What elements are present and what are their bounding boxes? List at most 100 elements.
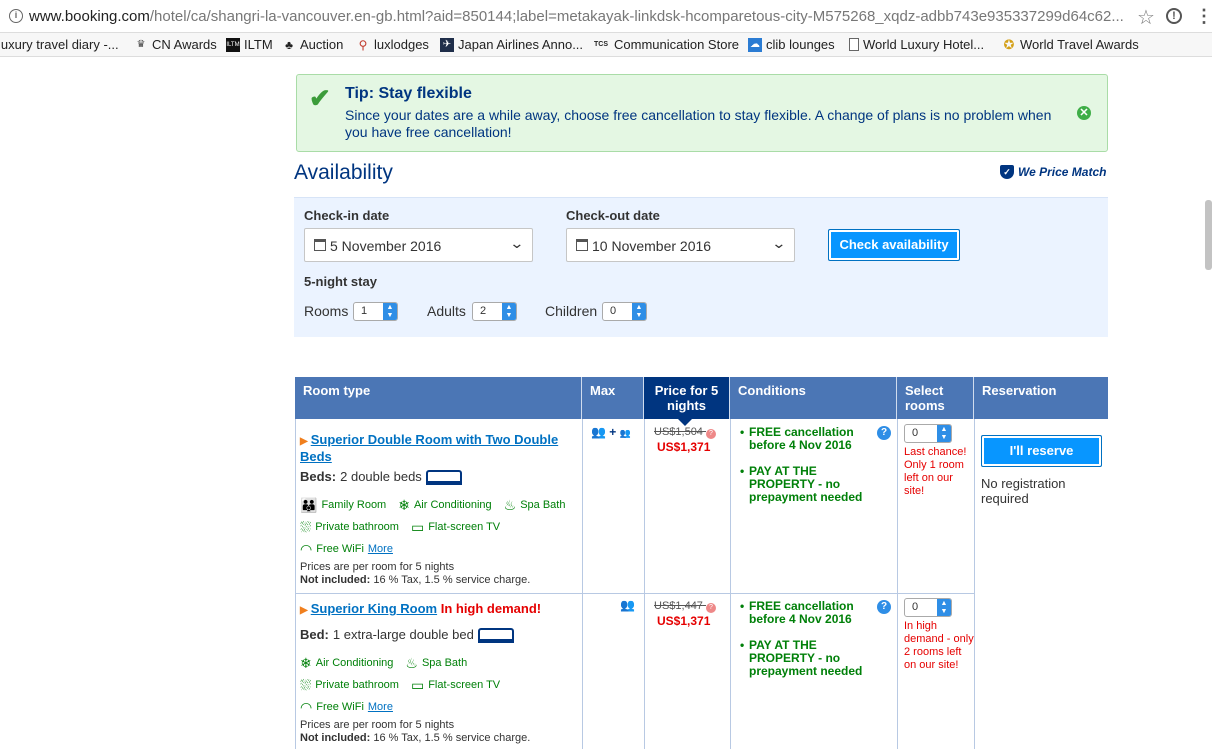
header-select-rooms: Select rooms bbox=[897, 377, 974, 419]
bookmark-item[interactable]: luxury travel diary -... bbox=[0, 37, 119, 52]
checkin-label: Check-in date bbox=[304, 208, 390, 223]
beds-label: Bed: bbox=[300, 627, 329, 642]
browser-menu-icon[interactable]: ⋮ bbox=[1195, 6, 1212, 27]
bookmark-star-icon[interactable]: ☆ bbox=[1137, 5, 1155, 30]
spa-bath-icon: ♨ bbox=[503, 496, 517, 513]
bookmark-label: ILTM bbox=[244, 37, 273, 52]
search-panel bbox=[294, 197, 1108, 337]
stepper-arrows-icon: ▲ ▼ bbox=[937, 425, 951, 442]
header-room-type: Room type bbox=[295, 377, 582, 419]
scarcity-message: Last chance! Only 1 room left on our sit… bbox=[904, 446, 967, 497]
price-note: Prices are per room for 5 nights bbox=[300, 561, 455, 573]
bookmark-label: luxlodges bbox=[374, 37, 429, 52]
triangle-right-icon: ▶ bbox=[300, 605, 308, 616]
rooms-select[interactable]: 1 ▲ ▼ bbox=[353, 302, 398, 321]
bookmark-label: luxury travel diary -... bbox=[0, 37, 119, 52]
table-divider bbox=[730, 419, 731, 749]
beds-info: Beds: 2 double beds bbox=[300, 469, 462, 485]
facility-label: Spa Bath bbox=[520, 499, 566, 511]
question-icon[interactable]: ? bbox=[706, 603, 716, 613]
room-name: ▶ Superior Double Room with Two Double Be… bbox=[300, 432, 570, 464]
calendar-icon bbox=[314, 239, 326, 251]
room-quantity-value: 0 bbox=[912, 601, 919, 613]
facility-label: Air Conditioning bbox=[315, 657, 394, 669]
facility: ♨ Spa Bath bbox=[504, 497, 566, 514]
bookmark-item[interactable]: ♛ CN Awards bbox=[134, 37, 217, 52]
not-included-value: 16 % Tax, 1.5 % service charge. bbox=[373, 732, 531, 744]
room-quantity-select[interactable]: 0 ▲ ▼ bbox=[904, 598, 952, 617]
discount-price: US$1,371 bbox=[657, 440, 711, 454]
bookmark-item[interactable]: ♣ Auction bbox=[282, 37, 343, 52]
max-occupancy: 👥 bbox=[620, 598, 635, 612]
double-bed-icon bbox=[477, 628, 514, 643]
bookmark-item[interactable]: ☁ clib lounges bbox=[748, 37, 835, 52]
children-value: 0 bbox=[610, 305, 617, 317]
not-included-label: Not included: bbox=[300, 732, 371, 744]
plane-icon: ✈ bbox=[440, 37, 454, 52]
facilities-list: ❄ Air Conditioning ♨ Spa Bath ⛆ Private bat… bbox=[300, 652, 500, 718]
not-included-note: Not included: 16 % Tax, 1.5 % service ch… bbox=[300, 732, 530, 745]
facility: ◠ Free WiFi More bbox=[300, 699, 393, 716]
header-reservation: Reservation bbox=[982, 383, 1057, 398]
question-icon[interactable]: ? bbox=[706, 429, 716, 439]
bookmark-item[interactable]: ILTM ILTM bbox=[226, 37, 273, 52]
header-price: Price for 5 nights bbox=[644, 377, 730, 426]
extension-icon[interactable]: ! bbox=[1166, 8, 1182, 24]
more-link[interactable]: More bbox=[368, 543, 393, 555]
price-match-label: We Price Match bbox=[1018, 165, 1107, 179]
snowflake-icon: ❄ bbox=[300, 654, 312, 671]
not-included-value: 16 % Tax, 1.5 % service charge. bbox=[373, 574, 531, 586]
beds-value: 2 double beds bbox=[340, 469, 422, 484]
two-persons-icon: 👥 bbox=[591, 425, 606, 439]
checkout-date-select[interactable]: 10 November 2016 ⌄ bbox=[566, 228, 795, 262]
conditions-list: FREE cancellation before 4 Nov 2016 PAY … bbox=[740, 600, 880, 691]
not-included-label: Not included: bbox=[300, 574, 371, 586]
room-link[interactable]: Superior Double Room with Two Double Bed… bbox=[300, 432, 558, 464]
bookmark-label: Auction bbox=[300, 37, 344, 52]
condition-item: PAY AT THE PROPERTY - no prepayment need… bbox=[740, 639, 880, 678]
check-availability-button[interactable]: Check availability bbox=[828, 229, 960, 261]
bookmark-item[interactable]: World Luxury Hotel... bbox=[849, 37, 984, 52]
chevron-down-icon: ⌄ bbox=[509, 235, 525, 251]
facility: ⛆ Private bathroom bbox=[300, 519, 399, 536]
help-icon[interactable]: ? bbox=[877, 600, 891, 614]
bookmark-item[interactable]: ⚲ luxlodges bbox=[356, 37, 429, 52]
spa-bath-icon: ♨ bbox=[405, 654, 418, 671]
bookmark-label: CN Awards bbox=[152, 37, 217, 52]
facility-label: Private bathroom bbox=[315, 521, 399, 533]
children-label: Children bbox=[545, 303, 598, 319]
reserve-button[interactable]: I'll reserve bbox=[981, 435, 1102, 467]
checkin-date-select[interactable]: 5 November 2016 ⌄ bbox=[304, 228, 533, 262]
url-path: /hotel/ca/shangri-la-vancouver.en-gb.htm… bbox=[149, 8, 1124, 25]
checkin-value: 5 November 2016 bbox=[330, 238, 442, 254]
bookmark-item[interactable]: ✈ Japan Airlines Anno... bbox=[440, 37, 583, 52]
row-divider bbox=[295, 593, 975, 594]
children-select[interactable]: 0 ▲ ▼ bbox=[602, 302, 647, 321]
room-quantity-select[interactable]: 0 ▲ ▼ bbox=[904, 424, 952, 443]
bookmark-item[interactable]: TCS Communication Store bbox=[592, 37, 739, 52]
bookmark-item[interactable]: ✪ World Travel Awards bbox=[1002, 37, 1139, 52]
rooms-value: 1 bbox=[361, 305, 368, 317]
help-icon[interactable]: ? bbox=[877, 426, 891, 440]
facility-label: Free WiFi bbox=[316, 701, 364, 713]
no-registration-note: No registration required bbox=[981, 476, 1066, 506]
award-icon: ✪ bbox=[1003, 36, 1015, 52]
facility-label: Free WiFi bbox=[316, 543, 364, 555]
more-link[interactable]: More bbox=[368, 701, 393, 713]
snowflake-icon: ❄ bbox=[398, 496, 410, 513]
double-bed-icon bbox=[425, 470, 462, 485]
close-icon[interactable]: ✕ bbox=[1077, 106, 1091, 120]
room-link[interactable]: Superior King Room bbox=[311, 601, 437, 616]
kangaroo-icon: ⚲ bbox=[358, 37, 368, 52]
calendar-icon bbox=[576, 239, 588, 251]
table-divider bbox=[974, 419, 975, 749]
beds-info: Bed: 1 extra-large double bed bbox=[300, 627, 514, 643]
checkout-value: 10 November 2016 bbox=[592, 238, 712, 254]
facility-label: Flat-screen TV bbox=[428, 679, 501, 691]
adults-select[interactable]: 2 ▲ ▼ bbox=[472, 302, 517, 321]
url-field[interactable]: www.booking.com/hotel/ca/shangri-la-vanc… bbox=[29, 8, 1134, 25]
bookmark-label: Communication Store bbox=[614, 37, 739, 52]
info-icon[interactable]: i bbox=[9, 9, 23, 23]
page-scrollbar[interactable] bbox=[1205, 200, 1212, 270]
price-match-link[interactable]: ✓ We Price Match bbox=[1000, 165, 1106, 179]
